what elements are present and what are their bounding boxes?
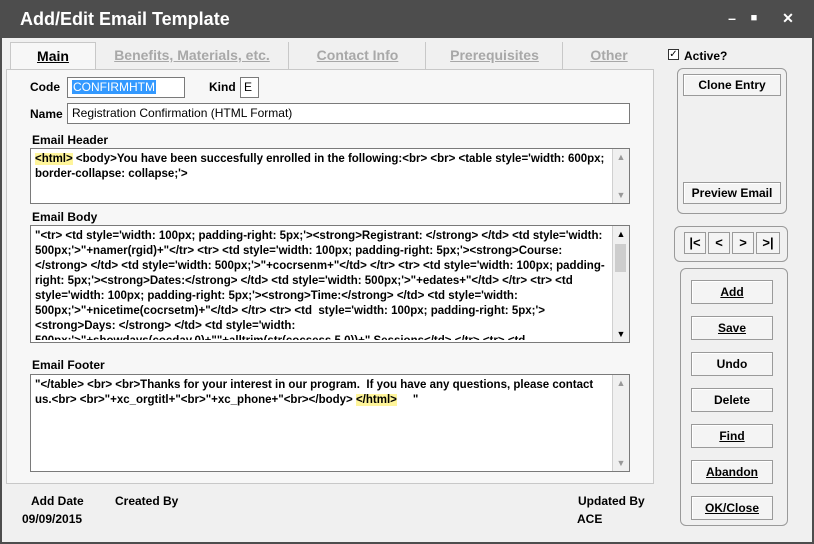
footer-scrollbar[interactable]: ▲ ▼ bbox=[612, 375, 629, 471]
tab-benefits[interactable]: Benefits, Materials, etc. bbox=[96, 42, 289, 70]
maximize-icon[interactable]: ■ bbox=[744, 9, 764, 27]
email-header-textarea[interactable]: <html> <body>You have been succesfully e… bbox=[30, 148, 630, 204]
scroll-down-icon[interactable]: ▼ bbox=[613, 326, 629, 342]
add-button[interactable]: Add bbox=[691, 280, 773, 304]
name-field[interactable]: Registration Confirmation (HTML Format) bbox=[67, 103, 630, 124]
prev-record-button[interactable]: < bbox=[708, 232, 730, 254]
title-bar: Add/Edit Email Template – ■ ✕ bbox=[0, 0, 814, 38]
active-label: Active? bbox=[684, 49, 728, 63]
name-label: Name bbox=[30, 107, 63, 121]
find-button-label: Find bbox=[719, 429, 745, 443]
body-scrollbar[interactable]: ▲ ▼ bbox=[612, 226, 629, 342]
header-scrollbar[interactable]: ▲ ▼ bbox=[612, 149, 629, 203]
window-title: Add/Edit Email Template bbox=[20, 9, 230, 29]
tab-contact-info[interactable]: Contact Info bbox=[290, 42, 426, 70]
abandon-button-label: Abandon bbox=[706, 465, 758, 479]
tab-main[interactable]: Main bbox=[10, 42, 96, 71]
email-footer-tail: " bbox=[396, 394, 419, 406]
email-header-text: <html> <body>You have been succesfully e… bbox=[35, 152, 609, 201]
next-record-button[interactable]: > bbox=[732, 232, 754, 254]
save-button-label: Save bbox=[717, 321, 747, 335]
scroll-down-icon[interactable]: ▼ bbox=[613, 187, 629, 203]
email-body-label: Email Body bbox=[32, 210, 98, 224]
email-body-textarea[interactable]: "<tr> <td style='width: 100px; padding-r… bbox=[30, 225, 630, 343]
undo-button[interactable]: Undo bbox=[691, 352, 773, 376]
scroll-thumb[interactable] bbox=[615, 244, 626, 272]
code-value: CONFIRMHTM bbox=[72, 80, 156, 94]
scroll-up-icon[interactable]: ▲ bbox=[613, 375, 629, 391]
abandon-button[interactable]: Abandon bbox=[691, 460, 773, 484]
find-button[interactable]: Find bbox=[691, 424, 773, 448]
ok-close-button-label: OK/Close bbox=[704, 501, 759, 515]
active-checkbox[interactable]: ✓ bbox=[668, 49, 679, 60]
add-button-label: Add bbox=[720, 285, 744, 299]
close-icon[interactable]: ✕ bbox=[778, 9, 798, 27]
email-footer-body: "</table> <br> <br>Thanks for your inter… bbox=[35, 379, 597, 406]
code-field[interactable]: CONFIRMHTM bbox=[67, 77, 185, 98]
email-footer-textarea[interactable]: "</table> <br> <br>Thanks for your inter… bbox=[30, 374, 630, 472]
tab-other-label: Other bbox=[590, 47, 628, 63]
email-footer-text: "</table> <br> <br>Thanks for your inter… bbox=[35, 378, 609, 469]
updated-by-label: Updated By bbox=[578, 494, 645, 508]
clone-entry-button[interactable]: Clone Entry bbox=[683, 74, 781, 96]
tab-prerequisites-label: Prerequisites bbox=[450, 47, 539, 63]
tab-main-label: Main bbox=[37, 48, 69, 64]
scroll-up-icon[interactable]: ▲ bbox=[613, 226, 629, 242]
tab-other[interactable]: Other bbox=[564, 42, 654, 70]
last-record-button[interactable]: >| bbox=[756, 232, 780, 254]
code-label: Code bbox=[30, 80, 60, 94]
html-close-tag: </html> bbox=[355, 394, 397, 406]
updated-by-value: ACE bbox=[577, 512, 603, 526]
ok-close-button[interactable]: OK/Close bbox=[691, 496, 773, 520]
kind-field[interactable]: E bbox=[240, 77, 259, 98]
save-button[interactable]: Save bbox=[691, 316, 773, 340]
created-by-label: Created By bbox=[115, 494, 179, 508]
html-open-tag: <html> bbox=[35, 153, 73, 165]
tab-prerequisites[interactable]: Prerequisites bbox=[427, 42, 563, 70]
add-date-value: 09/09/2015 bbox=[22, 512, 83, 526]
email-body-text: "<tr> <td style='width: 100px; padding-r… bbox=[35, 230, 605, 340]
delete-button[interactable]: Delete bbox=[691, 388, 773, 412]
email-header-body: <body>You have been succesfully enrolled… bbox=[35, 153, 608, 180]
email-footer-label: Email Footer bbox=[32, 358, 105, 372]
tab-benefits-label: Benefits, Materials, etc. bbox=[114, 47, 270, 63]
preview-email-button[interactable]: Preview Email bbox=[683, 182, 781, 204]
kind-label: Kind bbox=[209, 80, 236, 94]
minimize-icon[interactable]: – bbox=[722, 9, 742, 27]
tab-contact-info-label: Contact Info bbox=[316, 47, 399, 63]
email-header-label: Email Header bbox=[32, 133, 109, 147]
first-record-button[interactable]: |< bbox=[684, 232, 706, 254]
scroll-up-icon[interactable]: ▲ bbox=[613, 149, 629, 165]
scroll-down-icon[interactable]: ▼ bbox=[613, 455, 629, 471]
add-date-label: Add Date bbox=[31, 494, 84, 508]
